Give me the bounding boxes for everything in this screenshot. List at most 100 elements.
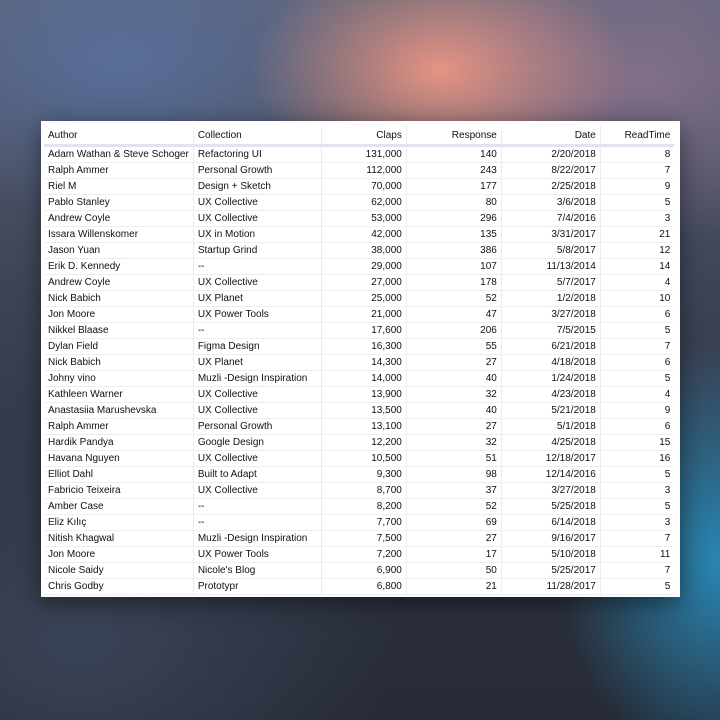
cell-claps[interactable]: 13,900 xyxy=(320,386,407,403)
cell-claps[interactable]: 21,000 xyxy=(320,306,407,323)
table-row[interactable]: Nick Babich UX Planet 14,300 27 4/18/2018 6 xyxy=(44,354,675,371)
cell-date[interactable]: 9/16/2017 xyxy=(500,530,601,547)
cell-claps[interactable]: 9,300 xyxy=(320,466,407,483)
cell-date[interactable]: 5/1/2018 xyxy=(500,418,601,435)
cell-collection[interactable]: -- xyxy=(192,258,322,275)
cell-date[interactable]: 5/21/2018 xyxy=(500,402,601,419)
cell-response[interactable]: 17 xyxy=(405,546,502,563)
cell-date[interactable]: 4/18/2018 xyxy=(500,354,601,371)
cell-response[interactable]: 37 xyxy=(405,482,502,499)
cell-collection[interactable]: UX Collective xyxy=(192,210,322,227)
table-row[interactable]: Jason Yuan Startup Grind 38,000 386 5/8/2017… xyxy=(44,242,675,259)
cell-readtime[interactable]: 7 xyxy=(599,562,675,579)
cell-date[interactable]: 1/2/2018 xyxy=(500,290,601,307)
table-row[interactable]: Erik D. Kennedy -- 29,000 107 11/13/2014 14 xyxy=(44,258,675,275)
cell-author[interactable]: Chris Godby xyxy=(44,578,194,595)
cell-author[interactable]: Amber Case xyxy=(44,498,194,515)
cell-response[interactable]: 52 xyxy=(405,498,502,515)
cell-date[interactable]: 5/7/2017 xyxy=(500,274,601,291)
cell-collection[interactable]: Figma Design xyxy=(192,338,322,355)
cell-author[interactable]: Dylan Field xyxy=(44,338,194,355)
cell-readtime[interactable]: 11 xyxy=(599,546,675,563)
cell-claps[interactable]: 62,000 xyxy=(320,194,407,211)
cell-collection[interactable]: Built to Adapt xyxy=(192,466,322,483)
table-row[interactable]: Andrew Coyle UX Collective 53,000 296 7/4/20… xyxy=(44,210,675,227)
cell-collection[interactable]: -- xyxy=(192,498,322,515)
cell-response[interactable]: 386 xyxy=(405,242,502,259)
table-row[interactable]: Fabricio Teixeira UX Collective 8,700 37 3/2… xyxy=(44,482,675,499)
cell-date[interactable]: 8/22/2017 xyxy=(500,162,601,179)
cell-response[interactable]: 40 xyxy=(405,370,502,387)
table-row[interactable]: Havana Nguyen UX Collective 10,500 51 12/18/… xyxy=(44,450,675,467)
cell-claps[interactable]: 7,500 xyxy=(320,530,407,547)
cell-collection[interactable]: UX Planet xyxy=(192,290,322,307)
cell-author[interactable]: Anastasiia Marushevska xyxy=(44,402,194,419)
cell-collection[interactable]: UX Collective xyxy=(192,386,322,403)
cell-claps[interactable]: 16,300 xyxy=(320,338,407,355)
cell-readtime[interactable]: 4 xyxy=(599,274,675,291)
cell-author[interactable]: Jon Moore xyxy=(44,306,194,323)
cell-readtime[interactable]: 12 xyxy=(599,242,675,259)
table-row[interactable]: Ralph Ammer Personal Growth 112,000 243 8/22… xyxy=(44,162,675,179)
cell-date[interactable]: 6/21/2018 xyxy=(500,338,601,355)
cell-collection[interactable]: UX Collective xyxy=(192,274,322,291)
cell-author[interactable]: Pablo Stanley xyxy=(44,194,194,211)
cell-date[interactable]: 5/8/2017 xyxy=(500,242,601,259)
cell-response[interactable]: 27 xyxy=(405,418,502,435)
cell-readtime[interactable]: 5 xyxy=(599,370,675,387)
cell-readtime[interactable]: 15 xyxy=(599,434,675,451)
cell-collection[interactable]: Personal Growth xyxy=(192,418,322,435)
cell-readtime[interactable]: 4 xyxy=(599,386,675,403)
cell-claps[interactable]: 53,000 xyxy=(320,210,407,227)
cell-response[interactable]: 140 xyxy=(405,145,502,163)
table-row[interactable]: Kathleen Warner UX Collective 13,900 32 4/23… xyxy=(44,386,675,403)
cell-date[interactable]: 4/25/2018 xyxy=(500,434,601,451)
cell-claps[interactable]: 27,000 xyxy=(320,274,407,291)
cell-author[interactable]: Havana Nguyen xyxy=(44,450,194,467)
table-row[interactable]: Pablo Stanley UX Collective 62,000 80 3/6/20… xyxy=(44,194,675,211)
cell-claps[interactable]: 38,000 xyxy=(320,242,407,259)
cell-claps[interactable]: 29,000 xyxy=(320,258,407,275)
cell-author[interactable]: Jon Moore xyxy=(44,546,194,563)
cell-date[interactable]: 4/23/2018 xyxy=(500,386,601,403)
cell-author[interactable]: Adam Wathan & Steve Schoger xyxy=(44,145,194,163)
cell-date[interactable]: 6/14/2018 xyxy=(500,514,601,531)
table-row[interactable]: Nicole Saidy Nicole's Blog 6,900 50 5/25/201… xyxy=(44,562,675,579)
cell-author[interactable]: Andrew Coyle xyxy=(44,274,194,291)
cell-collection[interactable]: UX in Motion xyxy=(192,226,322,243)
cell-author[interactable]: Nick Babich xyxy=(44,354,194,371)
cell-claps[interactable]: 12,200 xyxy=(320,434,407,451)
cell-claps[interactable]: 42,000 xyxy=(320,226,407,243)
table-row[interactable]: Dylan Field Figma Design 16,300 55 6/21/2018… xyxy=(44,338,675,355)
cell-date[interactable]: 5/25/2018 xyxy=(500,498,601,515)
cell-collection[interactable]: Startup Grind xyxy=(192,242,322,259)
cell-collection[interactable]: UX Collective xyxy=(192,482,322,499)
table-row[interactable]: Anastasiia Marushevska UX Collective 13,50… xyxy=(44,402,675,419)
cell-readtime[interactable]: 3 xyxy=(599,210,675,227)
cell-collection[interactable]: UX Power Tools xyxy=(192,546,322,563)
table-row[interactable]: Nitish Khagwal Muzli -Design Inspiration 7… xyxy=(44,530,675,547)
cell-date[interactable]: 3/6/2018 xyxy=(500,194,601,211)
cell-readtime[interactable]: 5 xyxy=(599,194,675,211)
cell-claps[interactable]: 8,200 xyxy=(320,498,407,515)
cell-author[interactable]: Nicole Saidy xyxy=(44,562,194,579)
cell-claps[interactable]: 10,500 xyxy=(320,450,407,467)
cell-readtime[interactable]: 7 xyxy=(599,530,675,547)
cell-date[interactable]: 5/10/2018 xyxy=(500,546,601,563)
cell-author[interactable]: Nikkel Blaase xyxy=(44,322,194,339)
cell-response[interactable]: 177 xyxy=(405,178,502,195)
cell-collection[interactable]: -- xyxy=(192,322,322,339)
cell-date[interactable]: 12/18/2017 xyxy=(500,450,601,467)
cell-response[interactable]: 243 xyxy=(405,162,502,179)
column-header-response[interactable]: Response xyxy=(405,126,502,147)
cell-author[interactable]: Hardik Pandya xyxy=(44,434,194,451)
table-row[interactable]: Jon Moore UX Power Tools 21,000 47 3/27/2018… xyxy=(44,306,675,323)
column-header-collection[interactable]: Collection xyxy=(192,126,322,147)
cell-response[interactable]: 50 xyxy=(405,562,502,579)
cell-readtime[interactable]: 5 xyxy=(599,322,675,339)
cell-response[interactable]: 40 xyxy=(405,402,502,419)
cell-collection[interactable]: -- xyxy=(192,514,322,531)
table-row[interactable]: Nikkel Blaase -- 17,600 206 7/5/2015 5 xyxy=(44,322,675,339)
cell-claps[interactable]: 14,000 xyxy=(320,370,407,387)
table-row[interactable]: Hardik Pandya Google Design 12,200 32 4/25/2… xyxy=(44,434,675,451)
